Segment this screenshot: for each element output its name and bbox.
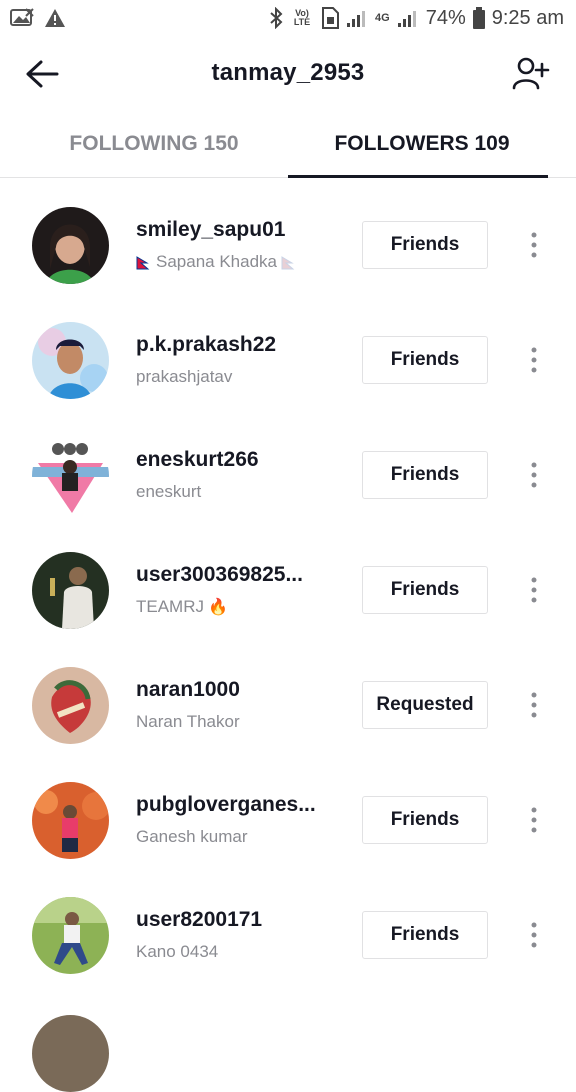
friends-button[interactable]: Friends <box>362 451 488 499</box>
more-vertical-icon <box>531 232 537 258</box>
more-options-button[interactable] <box>520 683 548 727</box>
nickname-text: TEAMRJ <box>136 597 204 616</box>
network-label: 4G <box>375 11 390 24</box>
avatar[interactable] <box>32 667 109 744</box>
more-vertical-icon <box>531 692 537 718</box>
list-item[interactable]: smiley_sapu01 Sapana Khadka Friends <box>0 188 576 303</box>
warning-icon <box>44 8 66 28</box>
4g-signal-icon <box>397 8 419 28</box>
status-bar: Vo) LTE 4G 74% 9:25 am <box>0 0 576 36</box>
add-user-button[interactable] <box>510 52 552 94</box>
avatar[interactable] <box>32 437 109 514</box>
followers-list: smiley_sapu01 Sapana Khadka Friends p.k.… <box>0 188 576 993</box>
username[interactable]: eneskurt266 <box>136 448 259 472</box>
more-options-button[interactable] <box>520 223 548 267</box>
bluetooth-icon <box>269 7 283 29</box>
battery-percent: 74% <box>425 6 466 29</box>
list-item[interactable]: eneskurt266 eneskurt Friends <box>0 418 576 533</box>
nickname-text: eneskurt <box>136 482 202 501</box>
avatar[interactable] <box>32 552 109 629</box>
back-button[interactable] <box>22 54 62 94</box>
nickname: Kano 0434 <box>136 942 262 962</box>
more-vertical-icon <box>531 922 537 948</box>
tab-followers[interactable]: FOLLOWERS 109 <box>288 110 576 178</box>
avatar[interactable] <box>32 897 109 974</box>
nickname: Sapana Khadka <box>136 252 297 272</box>
list-item[interactable]: p.k.prakash22 prakashjatav Friends <box>0 303 576 418</box>
nepal-flag-icon <box>136 255 152 270</box>
nickname: eneskurt <box>136 482 259 502</box>
username[interactable]: pubgloverganes... <box>136 793 316 817</box>
battery-icon <box>472 7 485 29</box>
nickname: Ganesh kumar <box>136 827 316 847</box>
tab-bar: FOLLOWING 150 FOLLOWERS 109 <box>0 110 576 178</box>
nickname-text: Sapana Khadka <box>156 252 277 271</box>
more-options-button[interactable] <box>520 568 548 612</box>
fire-icon: 🔥 <box>208 599 228 616</box>
username[interactable]: user300369825... <box>136 563 303 587</box>
friends-button[interactable]: Friends <box>362 221 488 269</box>
friends-button[interactable]: Friends <box>362 336 488 384</box>
signal-icon <box>346 8 368 28</box>
add-user-icon <box>512 57 550 90</box>
tab-following[interactable]: FOLLOWING 150 <box>0 110 288 177</box>
list-item[interactable]: pubgloverganes... Ganesh kumar Friends <box>0 763 576 878</box>
friends-button[interactable]: Friends <box>362 566 488 614</box>
more-vertical-icon <box>531 462 537 488</box>
nepal-flag-icon <box>281 255 297 270</box>
arrow-left-icon <box>26 60 59 88</box>
image-icon <box>10 8 34 28</box>
clock: 9:25 am <box>491 6 564 29</box>
more-vertical-icon <box>531 577 537 603</box>
nickname: prakashjatav <box>136 367 276 387</box>
more-vertical-icon <box>531 347 537 373</box>
avatar[interactable] <box>32 322 109 399</box>
list-item[interactable]: user300369825... TEAMRJ 🔥 Friends <box>0 533 576 648</box>
nickname-text: Ganesh kumar <box>136 827 248 846</box>
list-item[interactable]: naran1000 Naran Thakor Requested <box>0 648 576 763</box>
nickname: TEAMRJ 🔥 <box>136 597 303 617</box>
username[interactable]: p.k.prakash22 <box>136 333 276 357</box>
sim-icon <box>321 7 340 29</box>
more-options-button[interactable] <box>520 453 548 497</box>
more-options-button[interactable] <box>520 798 548 842</box>
more-options-button[interactable] <box>520 338 548 382</box>
friends-button[interactable]: Friends <box>362 796 488 844</box>
header: tanmay_2953 <box>0 36 576 110</box>
username[interactable]: user8200171 <box>136 908 262 932</box>
nickname: Naran Thakor <box>136 712 240 732</box>
volte-icon: Vo) LTE <box>293 8 311 27</box>
page-title: tanmay_2953 <box>211 59 365 86</box>
avatar[interactable] <box>32 1015 109 1092</box>
list-item[interactable]: user8200171 Kano 0434 Friends <box>0 878 576 993</box>
avatar[interactable] <box>32 207 109 284</box>
avatar[interactable] <box>32 782 109 859</box>
username[interactable]: smiley_sapu01 <box>136 218 297 242</box>
nickname-text: prakashjatav <box>136 367 233 386</box>
requested-button[interactable]: Requested <box>362 681 488 729</box>
more-vertical-icon <box>531 807 537 833</box>
more-options-button[interactable] <box>520 913 548 957</box>
nickname-text: Kano 0434 <box>136 942 219 961</box>
friends-button[interactable]: Friends <box>362 911 488 959</box>
nickname-text: Naran Thakor <box>136 712 240 731</box>
username[interactable]: naran1000 <box>136 678 240 702</box>
